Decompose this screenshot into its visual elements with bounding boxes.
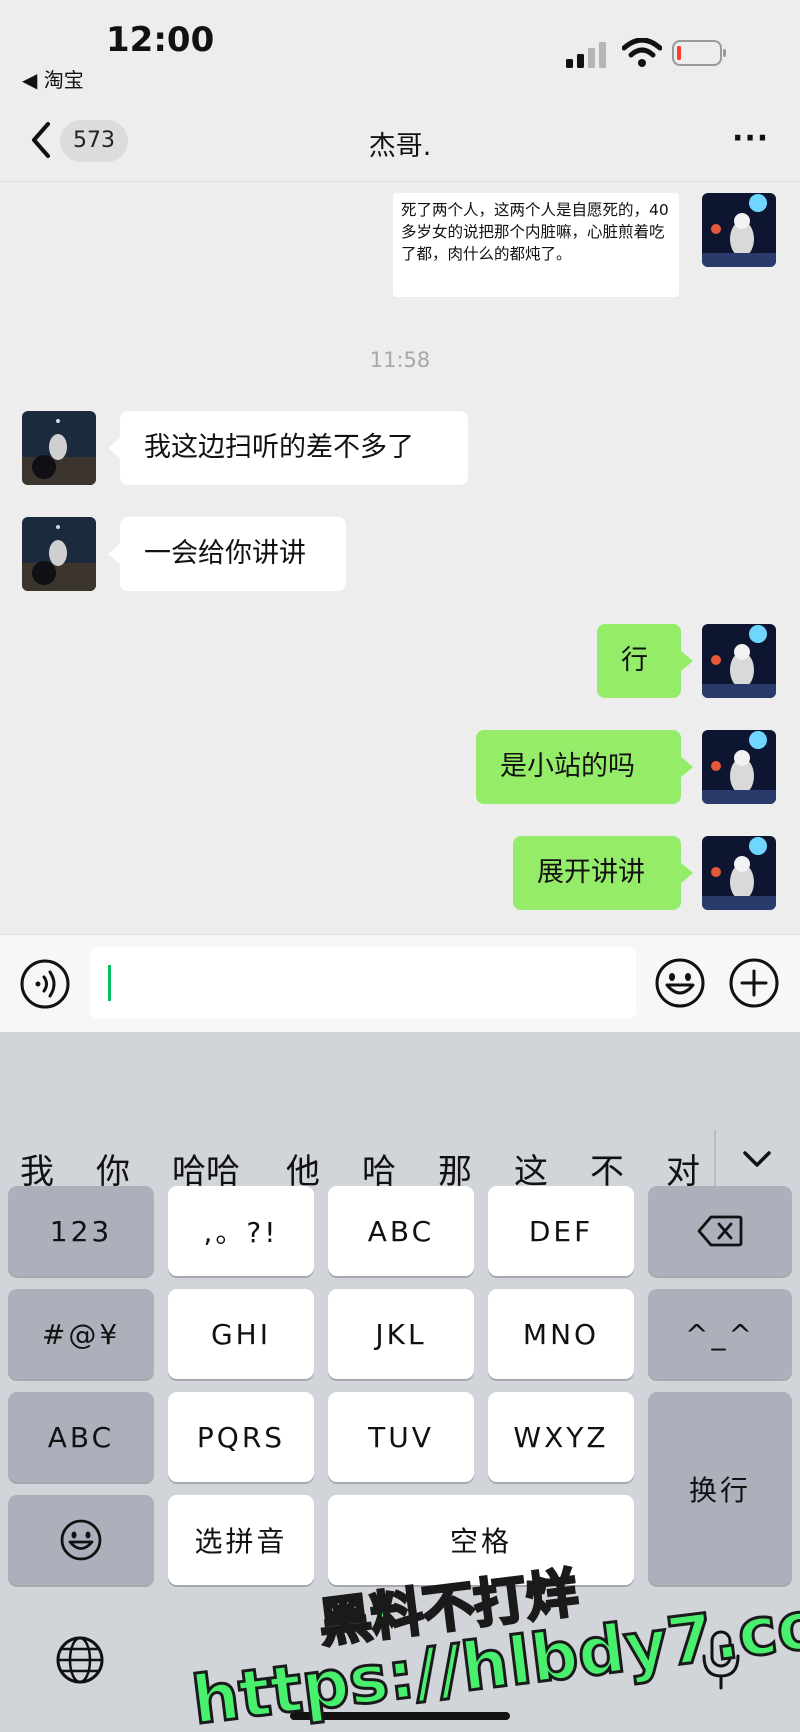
battery-low-icon: [672, 40, 726, 66]
key-select-pinyin[interactable]: 选拼音: [168, 1495, 314, 1585]
cellular-signal-icon: [566, 42, 606, 68]
message-input[interactable]: [90, 947, 636, 1019]
message-bubble-incoming[interactable]: 我这边扫听的差不多了: [108, 411, 468, 485]
chat-input-bar: [0, 934, 800, 1032]
more-options-button[interactable]: ···: [732, 124, 769, 154]
my-avatar[interactable]: [702, 193, 776, 267]
emoji-icon[interactable]: [654, 957, 706, 1009]
my-avatar[interactable]: [702, 624, 776, 698]
message-bubble-outgoing[interactable]: 展开讲讲: [513, 836, 693, 910]
key-def[interactable]: DEF: [488, 1186, 634, 1276]
more-functions-plus-icon[interactable]: [728, 957, 780, 1009]
status-time: 12:00: [106, 20, 215, 60]
my-avatar[interactable]: [702, 730, 776, 804]
contact-avatar[interactable]: [22, 411, 96, 485]
key-wxyz[interactable]: WXYZ: [488, 1392, 634, 1482]
emoji-key[interactable]: [8, 1495, 154, 1585]
chevron-down-icon[interactable]: [740, 1142, 774, 1176]
back-to-app-link[interactable]: ◀ 淘宝: [22, 64, 84, 93]
key-jkl[interactable]: JKL: [328, 1289, 474, 1379]
contact-avatar[interactable]: [22, 517, 96, 591]
newline-key[interactable]: 换行: [648, 1392, 792, 1585]
message-bubble-outgoing[interactable]: 是小站的吗: [476, 730, 693, 804]
chat-title: 杰哥.: [368, 131, 432, 162]
key-kaomoji[interactable]: ^_^: [648, 1289, 792, 1379]
voice-input-icon[interactable]: [20, 959, 70, 1009]
backspace-icon: [697, 1215, 743, 1247]
message-bubble-incoming[interactable]: 一会给你讲讲: [108, 517, 346, 591]
backspace-key[interactable]: [648, 1186, 792, 1276]
key-ghi[interactable]: GHI: [168, 1289, 314, 1379]
message-timestamp: 11:58: [369, 348, 431, 372]
key-punctuation[interactable]: ,。?!: [168, 1186, 314, 1276]
key-symbols[interactable]: #@¥: [8, 1289, 154, 1379]
key-abc-mode[interactable]: ABC: [8, 1392, 154, 1482]
key-tuv[interactable]: TUV: [328, 1392, 474, 1482]
globe-icon[interactable]: [54, 1634, 106, 1686]
message-bubble-outgoing[interactable]: 行: [597, 624, 693, 698]
status-bar: 12:00 ◀ 淘宝: [0, 0, 800, 100]
key-pqrs[interactable]: PQRS: [168, 1392, 314, 1482]
message-bubble-outgoing[interactable]: 死了两个人，这两个人是自愿死的，40多岁女的说把那个内脏嘛，心脏煎着吃了都，肉什…: [393, 193, 679, 297]
emoji-key-icon: [60, 1519, 102, 1561]
my-avatar[interactable]: [702, 836, 776, 910]
wifi-icon: [622, 38, 662, 67]
text-caret: [108, 965, 111, 1001]
key-123[interactable]: 123: [8, 1186, 154, 1276]
chat-header: 573 杰哥. ···: [0, 100, 800, 182]
key-mno[interactable]: MNO: [488, 1289, 634, 1379]
key-abc[interactable]: ABC: [328, 1186, 474, 1276]
